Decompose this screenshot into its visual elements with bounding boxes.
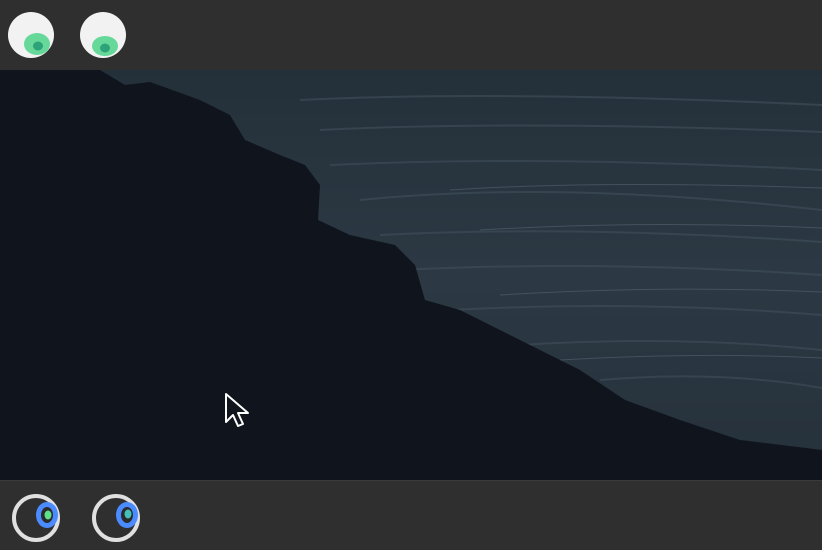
night-coast-photo bbox=[0, 70, 822, 480]
image-viewport[interactable] bbox=[0, 70, 822, 480]
eye-icon bbox=[8, 12, 54, 58]
eye-toggle-1-button[interactable] bbox=[7, 11, 55, 59]
bottom-toolbar bbox=[0, 480, 822, 550]
lens-toggle-1-button[interactable] bbox=[11, 493, 61, 543]
lens-icon bbox=[12, 494, 60, 542]
lens-icon bbox=[92, 494, 140, 542]
lens-toggle-2-button[interactable] bbox=[91, 493, 141, 543]
top-toolbar bbox=[0, 0, 822, 70]
eye-icon bbox=[80, 12, 126, 58]
eye-toggle-2-button[interactable] bbox=[79, 11, 127, 59]
